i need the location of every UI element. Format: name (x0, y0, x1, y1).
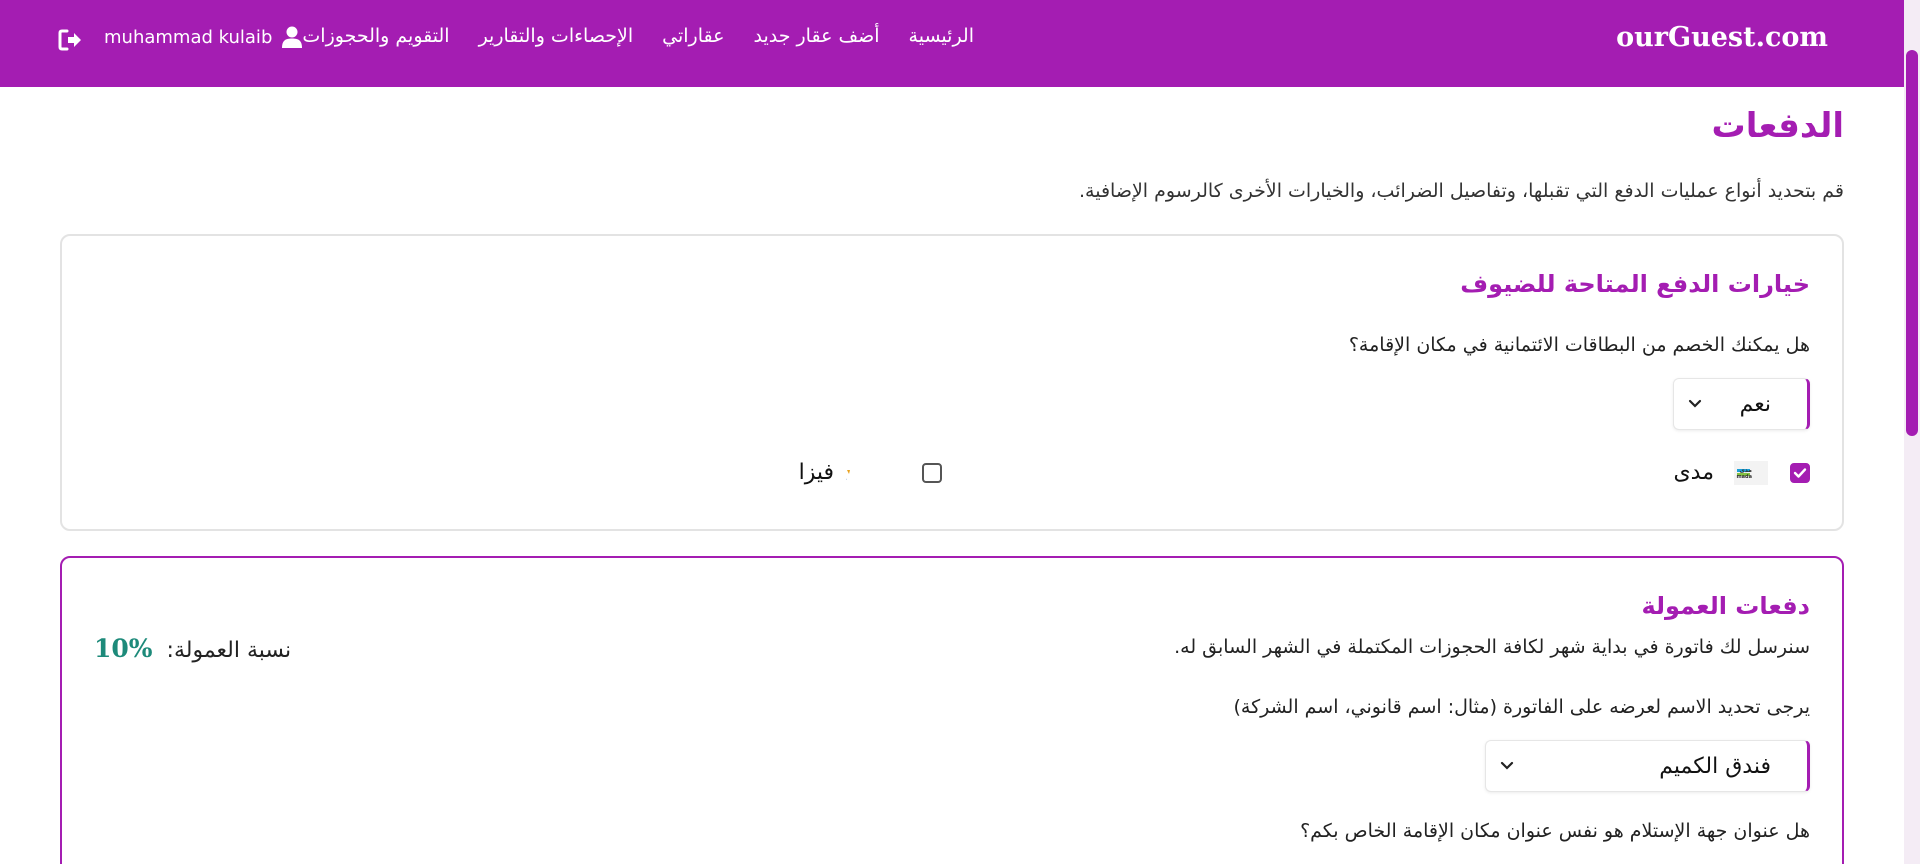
svg-text:mada: mada (1736, 474, 1752, 480)
payment-options-card: خيارات الدفع المتاحة للضيوف هل يمكنك الخ… (60, 234, 1844, 531)
invoice-name-select[interactable]: فندق الكميم (1485, 740, 1810, 792)
page-title: الدفعات (1711, 106, 1844, 146)
mada-checkbox[interactable] (1790, 462, 1810, 483)
commission-rate-value: 10% (94, 634, 153, 663)
invoice-note: سنرسل لك فاتورة في بداية شهر لكافة الحجو… (1174, 636, 1810, 658)
page-description: قم بتحديد أنواع عمليات الدفع التي تقبلها… (1079, 180, 1844, 202)
address-question: هل عنوان جهة الإستلام هو نفس عنوان مكان … (1300, 820, 1810, 842)
user-icon (282, 26, 303, 48)
scrollbar-thumb[interactable] (1906, 50, 1918, 436)
card-charge-question: هل يمكنك الخصم من البطاقات الائتمانية في… (1348, 334, 1810, 356)
visa-logo-icon: VISA (846, 461, 850, 485)
check-icon (1793, 467, 1807, 478)
page-scrollbar[interactable] (1904, 0, 1920, 864)
mada-label: مدى (1673, 460, 1714, 485)
nav-my-properties[interactable]: عقاراتي (662, 25, 724, 47)
chevron-down-icon (1500, 761, 1514, 770)
nav-home[interactable]: الرئيسية (909, 25, 974, 47)
commission-rate: نسبة العمولة: 10% (94, 634, 291, 663)
nav-calendar-bookings[interactable]: التقويم والحجوزات (302, 25, 449, 47)
invoice-name-question: يرجى تحديد الاسم لعرضه على الفاتورة (مثا… (1233, 696, 1810, 718)
user-menu[interactable]: muhammad kulaib (104, 26, 303, 48)
visa-checkbox[interactable] (922, 462, 942, 483)
user-name: muhammad kulaib (104, 26, 273, 48)
commission-rate-label: نسبة العمولة: (166, 638, 292, 663)
svg-text:مدى: مدى (1739, 467, 1752, 474)
nav-statistics-reports[interactable]: الإحصاءات والتقارير (479, 25, 634, 47)
brand-logo[interactable]: ourGuest.com (1616, 22, 1828, 53)
card-charge-select[interactable]: نعم (1673, 378, 1810, 430)
payment-method-visa[interactable]: VISA فيزا (799, 460, 942, 485)
invoice-name-selected: فندق الكميم (1659, 753, 1771, 779)
nav-add-property[interactable]: أضف عقار جديد (753, 25, 879, 47)
svg-text:VISA: VISA (846, 461, 848, 485)
commission-card: دفعات العمولة سنرسل لك فاتورة في بداية ش… (60, 556, 1844, 864)
mada-logo-icon: مدى mada (1734, 460, 1768, 485)
top-navbar: ourGuest.com الرئيسية أضف عقار جديد عقار… (0, 0, 1904, 87)
payment-options-title: خيارات الدفع المتاحة للضيوف (1460, 270, 1810, 298)
chevron-down-icon (1688, 399, 1702, 408)
nav-links: الرئيسية أضف عقار جديد عقاراتي الإحصاءات… (302, 25, 974, 47)
card-charge-selected: نعم (1739, 391, 1771, 417)
commission-title: دفعات العمولة (1641, 592, 1810, 620)
payment-method-mada[interactable]: مدى mada مدى (1673, 460, 1810, 485)
visa-label: فيزا (798, 460, 834, 485)
logout-icon[interactable] (58, 28, 84, 52)
